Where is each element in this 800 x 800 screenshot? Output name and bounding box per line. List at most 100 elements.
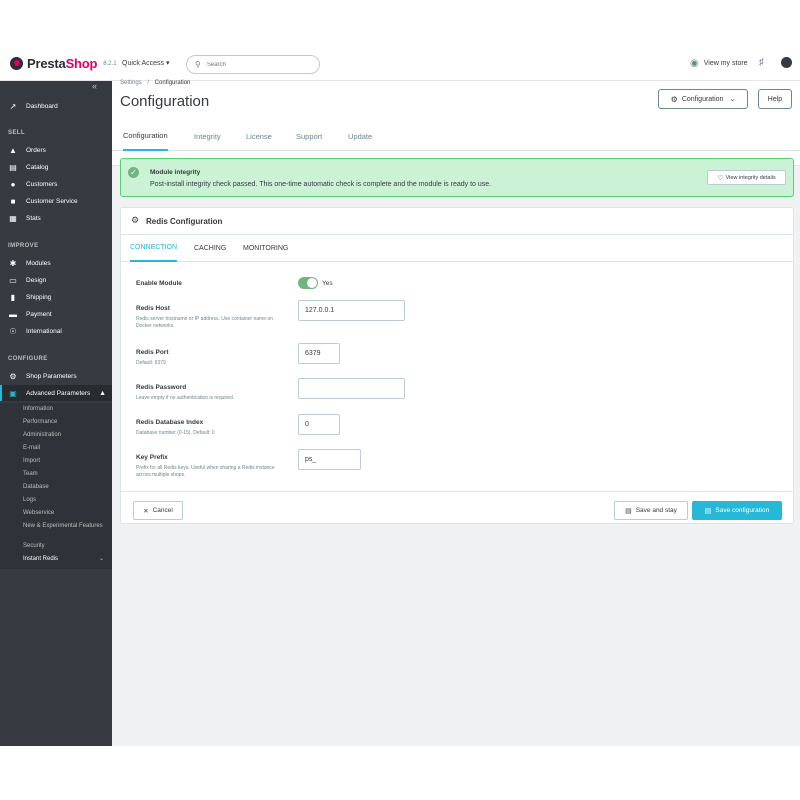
- panel-subtabs: CONNECTION CACHING MONITORING: [121, 235, 793, 262]
- page-title: Configuration: [120, 93, 210, 110]
- sidebar-item-payment[interactable]: ▬ Payment: [0, 306, 112, 322]
- submenu-item-new-experimental[interactable]: New & Experimental Features: [23, 523, 103, 530]
- sidebar-item-customer-service[interactable]: ■ Customer Service: [0, 193, 112, 209]
- redis-configuration-panel: ⚙ Redis Configuration CONNECTION CACHING…: [120, 207, 794, 524]
- sidebar-item-modules[interactable]: ✱ Modules: [0, 255, 112, 271]
- view-integrity-details-label: View integrity details: [725, 174, 776, 181]
- help-button[interactable]: Help: [758, 89, 792, 109]
- subtab-connection[interactable]: CONNECTION: [130, 235, 178, 262]
- breadcrumb: Settings / Configuration: [120, 80, 190, 86]
- sidebar-item-shop-parameters[interactable]: ⚙ Shop Parameters: [0, 368, 112, 384]
- submenu-item-administration[interactable]: Administration: [23, 432, 103, 439]
- save-icon: ▤: [625, 507, 632, 515]
- alert-title: Module integrity: [150, 169, 201, 176]
- redis-password-input[interactable]: [298, 378, 405, 399]
- cancel-button[interactable]: ✕ Cancel: [133, 501, 183, 520]
- tab-support[interactable]: Support: [296, 121, 322, 151]
- sidebar-item-advanced-parameters[interactable]: ▣ Advanced Parameters ▲: [0, 385, 112, 401]
- submenu-item-database[interactable]: Database: [23, 484, 103, 491]
- main-content: Settings / Configuration Configuration ⚙…: [112, 80, 800, 746]
- breadcrumb-current: Configuration: [154, 80, 191, 86]
- panel-footer: ✕ Cancel ▤ Save and stay ▤ Save configur…: [121, 491, 793, 524]
- search-box[interactable]: ⚲: [186, 55, 320, 74]
- account-circle-icon: ●: [10, 179, 16, 189]
- sidebar-item-label: Stats: [26, 214, 41, 222]
- gears-icon: ⚙: [131, 215, 140, 225]
- submenu-item-import[interactable]: Import: [23, 458, 103, 465]
- tab-configuration[interactable]: Configuration: [123, 121, 168, 151]
- redis-host-help: Redis server hostname or IP address. Use…: [136, 316, 273, 329]
- view-my-store-label: View my store: [703, 60, 748, 67]
- puzzle-icon: ✱: [9, 258, 17, 268]
- cancel-button-label: Cancel: [152, 507, 173, 514]
- section-sell: SELL: [8, 130, 25, 136]
- breadcrumb-separator: /: [147, 80, 150, 86]
- logo-presta: Presta: [27, 56, 66, 71]
- logo-shop: Shop: [65, 56, 98, 71]
- chat-icon: ■: [10, 196, 16, 206]
- sidebar-item-label: Shop Parameters: [26, 372, 77, 380]
- submenu-item-team[interactable]: Team: [23, 471, 103, 478]
- save-and-stay-button[interactable]: ▤ Save and stay: [614, 501, 688, 520]
- chevron-down-icon: ⌄: [729, 96, 736, 103]
- globe-icon: ☉: [9, 326, 17, 336]
- sidebar-item-stats[interactable]: ▦ Stats: [0, 210, 112, 226]
- breadcrumb-settings[interactable]: Settings: [120, 80, 142, 86]
- sidebar-item-orders[interactable]: ▲ Orders: [0, 142, 112, 158]
- desktop-icon: ▭: [9, 275, 17, 285]
- view-integrity-details-button[interactable]: ♡ View integrity details: [707, 170, 786, 185]
- tab-license[interactable]: License: [246, 121, 272, 151]
- sidebar-item-international[interactable]: ☉ International: [0, 323, 112, 339]
- view-my-store-link[interactable]: ◉ View my store: [690, 58, 748, 69]
- configuration-dropdown-button[interactable]: ⚙ Configuration ⌄: [658, 89, 748, 109]
- chart-icon: ▦: [9, 213, 17, 223]
- redis-port-input[interactable]: [298, 343, 340, 364]
- tab-update[interactable]: Update: [348, 121, 372, 151]
- submenu-item-email[interactable]: E-mail: [23, 445, 103, 452]
- key-prefix-input[interactable]: [298, 449, 361, 470]
- check-circle-icon: ✓: [128, 167, 139, 178]
- sidebar-item-label: Modules: [26, 259, 51, 267]
- redis-database-index-input[interactable]: [298, 414, 340, 435]
- sidebar-nav: « ↗ Dashboard SELL ▲ Orders ▤ Catalog ● …: [0, 81, 112, 746]
- version-label: 8.2.1: [103, 60, 117, 67]
- sidebar-item-label: Design: [26, 276, 47, 284]
- top-header: PrestaShop 8.2.1 Quick Access ⚲ ◉ View m…: [0, 46, 800, 81]
- store-icon: ▤: [9, 162, 17, 172]
- submenu-item-security[interactable]: Security: [23, 543, 103, 550]
- enable-module-toggle[interactable]: [298, 277, 318, 289]
- subtab-monitoring[interactable]: MONITORING: [243, 235, 288, 262]
- tab-integrity[interactable]: Integrity: [194, 121, 221, 151]
- redis-host-label: Redis Host: [136, 305, 170, 312]
- collapse-sidebar-icon[interactable]: «: [92, 81, 97, 91]
- heart-pulse-icon: ♡: [717, 174, 724, 182]
- sidebar-item-label: Customers: [26, 180, 58, 188]
- panel-title: Redis Configuration: [146, 217, 223, 226]
- submenu-item-instant-redis[interactable]: Instant Redis ⌄: [23, 556, 104, 563]
- sidebar-item-catalog[interactable]: ▤ Catalog: [0, 159, 112, 175]
- gear-icon: ⚙: [670, 94, 678, 104]
- submenu-item-performance[interactable]: Performance: [23, 419, 103, 426]
- redis-host-input[interactable]: [298, 300, 405, 321]
- submenu-item-information[interactable]: Information: [23, 406, 103, 413]
- notifications-bell-icon[interactable]: ♯: [759, 57, 764, 68]
- configuration-button-label: Configuration: [681, 95, 724, 103]
- sidebar-item-label: Dashboard: [26, 102, 58, 110]
- prestashop-logo[interactable]: PrestaShop 8.2.1: [10, 56, 117, 71]
- submenu-item-webservice[interactable]: Webservice: [23, 510, 103, 517]
- eye-icon: ◉: [690, 58, 699, 69]
- user-avatar-icon[interactable]: [781, 57, 792, 68]
- settings-applications-icon: ▣: [9, 388, 17, 398]
- subtab-caching[interactable]: CACHING: [194, 235, 226, 262]
- sidebar-item-customers[interactable]: ● Customers: [0, 176, 112, 192]
- quick-access-dropdown[interactable]: Quick Access: [122, 59, 169, 67]
- key-prefix-help: Prefix for all Redis keys. Useful when s…: [136, 465, 275, 478]
- sidebar-item-design[interactable]: ▭ Design: [0, 272, 112, 288]
- sidebar-item-shipping[interactable]: ▮ Shipping: [0, 289, 112, 305]
- submenu-item-logs[interactable]: Logs: [23, 497, 103, 504]
- search-input[interactable]: [206, 61, 297, 68]
- sidebar-item-dashboard[interactable]: ↗ Dashboard: [0, 98, 112, 114]
- save-configuration-button[interactable]: ▤ Save configuration: [692, 501, 782, 520]
- sidebar-item-label: Orders: [26, 146, 46, 154]
- trending-icon: ↗: [9, 101, 17, 111]
